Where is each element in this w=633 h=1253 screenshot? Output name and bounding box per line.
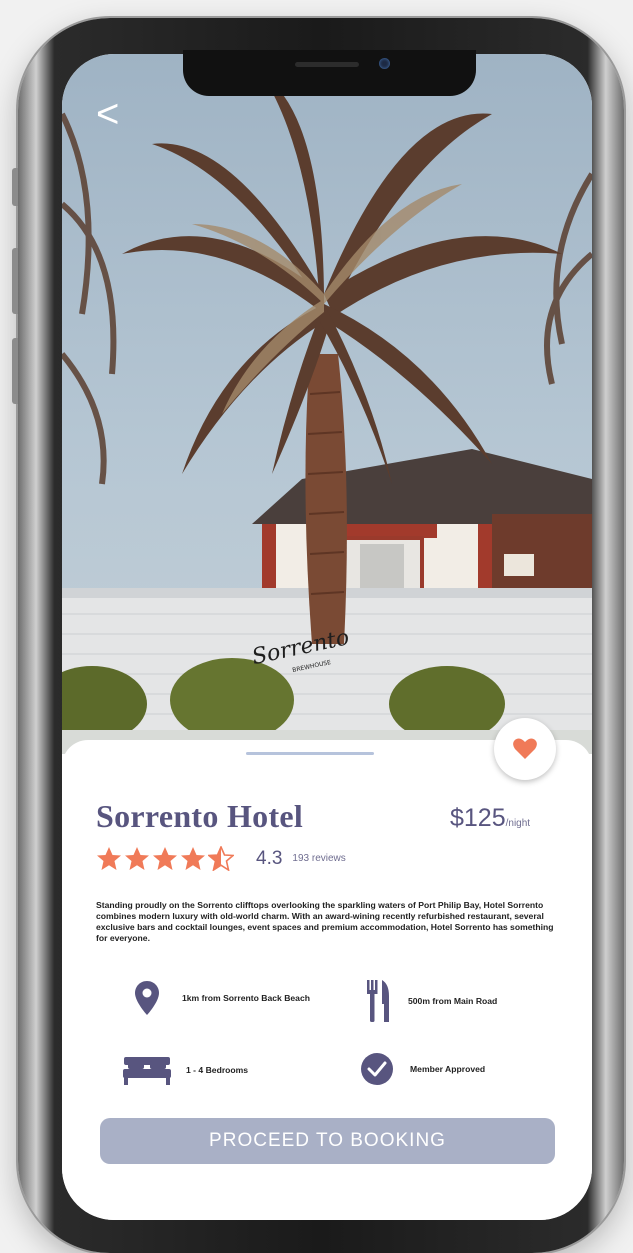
price-unit: /night bbox=[505, 818, 531, 829]
hotel-photo-illustration: Sorrento BREWHOUSE bbox=[62, 74, 592, 754]
hotel-name: Sorrento Hotel bbox=[96, 798, 304, 834]
feature-distance-beach: 1km from Sorrento Back Beach bbox=[134, 980, 310, 1016]
front-camera bbox=[379, 58, 390, 69]
star-rating bbox=[96, 846, 234, 871]
volume-up-button bbox=[12, 248, 18, 314]
hotel-description: Standing proudly on the Sorrento cliffto… bbox=[96, 900, 554, 943]
star-half-icon bbox=[208, 846, 234, 871]
feature-label: 1km from Sorrento Back Beach bbox=[182, 993, 310, 1003]
bed-icon bbox=[123, 1057, 171, 1085]
proceed-to-booking-button[interactable]: PROCEED TO BOOKING bbox=[100, 1118, 555, 1164]
hotel-price: $125/night bbox=[450, 804, 530, 833]
star-full-icon bbox=[181, 847, 205, 870]
review-count[interactable]: 193 reviews bbox=[292, 853, 345, 864]
hotel-details-card: Sorrento Hotel $125/night 4.3 193 review… bbox=[62, 718, 592, 1220]
volume-down-button bbox=[12, 338, 18, 404]
mute-switch bbox=[12, 168, 18, 206]
star-full-icon bbox=[97, 847, 121, 870]
feature-label: Member Approved bbox=[410, 1064, 486, 1074]
back-button[interactable]: < bbox=[96, 94, 119, 134]
hotel-photo: Sorrento BREWHOUSE < bbox=[62, 54, 592, 754]
drag-handle[interactable] bbox=[246, 752, 374, 755]
speaker-grille bbox=[295, 62, 359, 67]
feature-distance-road: 500m from Main Road bbox=[366, 980, 497, 1022]
feature-bedrooms: 1 - 4 Bedrooms bbox=[122, 1055, 248, 1085]
feature-member-approved: Member Approved bbox=[360, 1052, 485, 1086]
chevron-left-icon: < bbox=[96, 92, 120, 136]
feature-label: 500m from Main Road bbox=[408, 996, 498, 1006]
check-circle-icon bbox=[361, 1053, 393, 1085]
feature-label: 1 - 4 Bedrooms bbox=[186, 1065, 249, 1075]
fork-knife-icon bbox=[367, 980, 389, 1022]
star-full-icon bbox=[125, 847, 149, 870]
phone-notch bbox=[183, 50, 476, 96]
phone-screen: Sorrento BREWHOUSE < Sorrento Hotel $125… bbox=[62, 54, 592, 1220]
price-amount: $125 bbox=[450, 804, 506, 832]
location-pin-icon bbox=[135, 981, 159, 1015]
rating-score: 4.3 bbox=[256, 847, 283, 869]
heart-icon bbox=[513, 738, 537, 759]
favorite-button[interactable] bbox=[494, 718, 556, 780]
star-full-icon bbox=[153, 847, 177, 870]
rating-row: 4.3 193 reviews bbox=[96, 846, 346, 871]
